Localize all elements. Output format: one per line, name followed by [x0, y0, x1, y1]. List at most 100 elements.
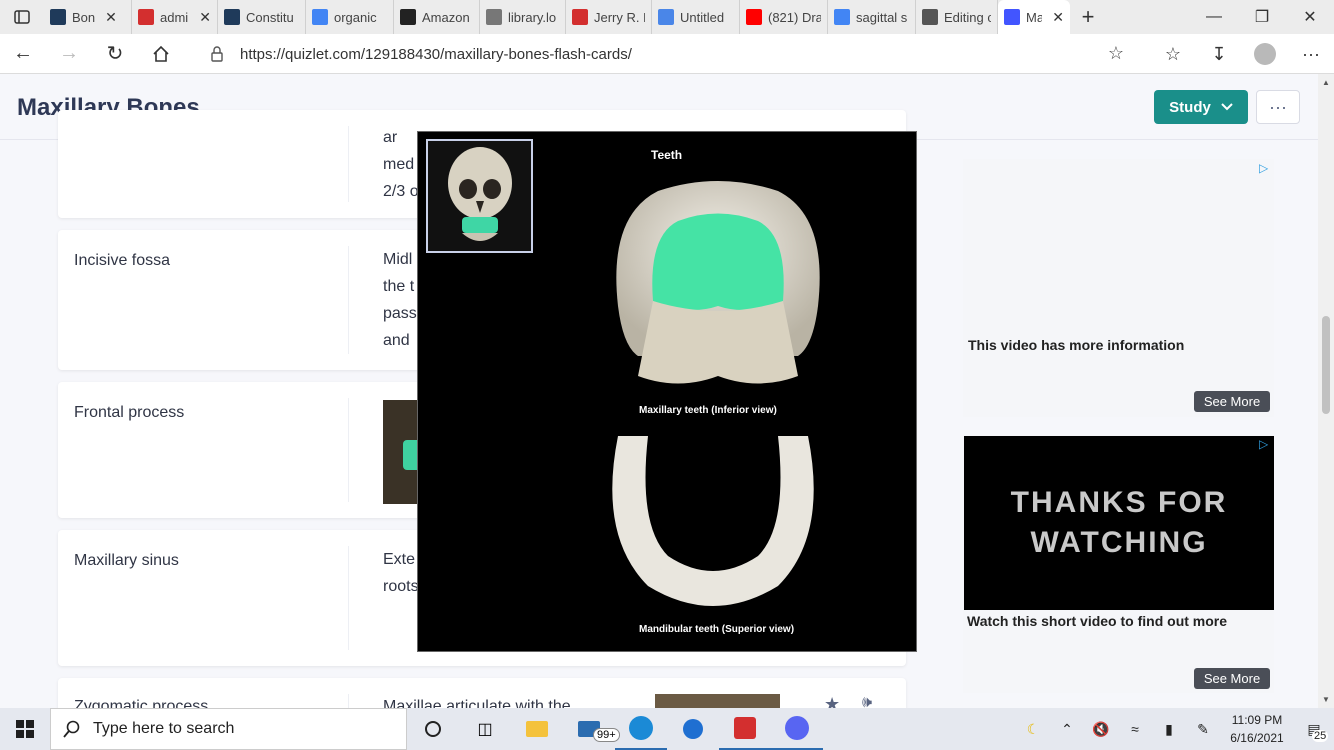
- study-button[interactable]: Study: [1154, 90, 1248, 124]
- vertical-scrollbar[interactable]: ▲ ▼: [1318, 74, 1334, 708]
- lower-caption: Mandibular teeth (Superior view): [639, 624, 795, 635]
- battery-icon[interactable]: ▮: [1152, 708, 1186, 750]
- scroll-down-arrow[interactable]: ▼: [1322, 695, 1330, 704]
- url-field[interactable]: https://quizlet.com/129188430/maxillary-…: [196, 38, 1136, 70]
- back-button[interactable]: ←: [0, 34, 46, 74]
- browser-tab[interactable]: Max ✕: [998, 0, 1070, 34]
- taskbar-search[interactable]: Type here to search: [50, 708, 407, 750]
- youtube-icon: [746, 9, 762, 25]
- forward-button[interactable]: →: [46, 34, 92, 74]
- download-icon: ↧: [1211, 43, 1227, 64]
- volume-icon[interactable]: 🔇: [1084, 708, 1118, 750]
- discord-button[interactable]: [771, 708, 823, 750]
- windows-icon: [16, 720, 34, 738]
- video-text: THANKS FOR: [1010, 486, 1228, 519]
- google-icon: [834, 9, 850, 25]
- taskbar: Type here to search ◫ 99+ ☾ ⌃ 🔇 ≈ ▮ ✎ 11…: [0, 708, 1334, 750]
- edge-icon: [629, 716, 653, 740]
- browser-tab[interactable]: admin_a ✕: [132, 0, 218, 34]
- card-term: Frontal process: [74, 404, 185, 421]
- card-term: Incisive fossa: [74, 252, 171, 269]
- edge-button[interactable]: [615, 708, 667, 750]
- settings-menu-button[interactable]: ···: [1288, 34, 1334, 74]
- app-button[interactable]: [667, 708, 719, 750]
- browser-tab[interactable]: Constitu: [218, 0, 306, 34]
- favorites-button[interactable]: ☆: [1150, 34, 1196, 74]
- new-tab-button[interactable]: +: [1070, 0, 1106, 34]
- restore-button[interactable]: ❐: [1238, 0, 1286, 34]
- browser-tab[interactable]: sagittal s: [828, 0, 916, 34]
- browser-tab[interactable]: (821) Dra: [740, 0, 828, 34]
- add-favorite-icon[interactable]: ☆: [1108, 43, 1124, 64]
- see-more-button[interactable]: See More: [1194, 391, 1270, 412]
- chevron-down-icon: [1221, 103, 1233, 111]
- browser-tab[interactable]: Editing c: [916, 0, 998, 34]
- pen-icon[interactable]: ✎: [1186, 708, 1220, 750]
- card-divider: [348, 546, 349, 650]
- profile-button[interactable]: [1242, 34, 1288, 74]
- ad-panel: THANKS FOR WATCHING ▷ Watch this short v…: [963, 435, 1274, 693]
- browser-tab[interactable]: organic: [306, 0, 394, 34]
- close-tab-icon[interactable]: ✕: [199, 9, 211, 26]
- minimize-button[interactable]: —: [1190, 0, 1238, 34]
- wifi-icon[interactable]: ≈: [1118, 708, 1152, 750]
- adchoices-icon[interactable]: ▷: [1259, 161, 1273, 175]
- browser-tab[interactable]: Untitled: [652, 0, 740, 34]
- close-window-button[interactable]: ✕: [1286, 0, 1334, 34]
- card-divider: [348, 126, 349, 202]
- start-button[interactable]: [0, 708, 50, 750]
- file-explorer-button[interactable]: [511, 708, 563, 750]
- tab-label: Amazon: [422, 9, 470, 25]
- chevron-up-icon[interactable]: ⌃: [1050, 708, 1084, 750]
- see-more-button[interactable]: See More: [1194, 668, 1270, 689]
- card-divider: [348, 398, 349, 502]
- back-arrow-icon: ←: [13, 42, 33, 64]
- task-view-icon: ◫: [477, 721, 493, 738]
- ad-text: Watch this short video to find out more: [967, 613, 1228, 629]
- card-divider: [348, 246, 349, 354]
- ad-video[interactable]: THANKS FOR WATCHING: [964, 436, 1274, 610]
- forward-arrow-icon: →: [59, 42, 79, 64]
- adchoices-icon[interactable]: ▷: [1259, 437, 1273, 451]
- browser-tab[interactable]: Jerry R. M: [566, 0, 652, 34]
- tab-label: Untitled: [680, 9, 725, 25]
- docs-icon: [658, 9, 674, 25]
- date: 6/16/2021: [1230, 731, 1284, 745]
- scroll-up-arrow[interactable]: ▲: [1322, 78, 1330, 87]
- amazon-icon: [400, 9, 416, 25]
- search-placeholder: Type here to search: [93, 720, 235, 737]
- tab-label: library.lo: [508, 9, 557, 25]
- browser-tab[interactable]: Bon ✕: [44, 0, 132, 34]
- circle-icon: [425, 721, 441, 737]
- clock[interactable]: 11:09 PM 6/16/2021: [1220, 711, 1294, 747]
- upper-caption: Maxillary teeth (Inferior view): [639, 405, 777, 416]
- home-button[interactable]: [138, 34, 184, 74]
- browser-tab[interactable]: Amazon: [394, 0, 480, 34]
- tab-actions-icon: [14, 10, 30, 24]
- tab-label: (821) Dra: [768, 9, 821, 25]
- acrobat-button[interactable]: [719, 708, 771, 750]
- mail-button[interactable]: 99+: [563, 708, 620, 750]
- refresh-button[interactable]: ↻: [92, 34, 138, 74]
- night-light-icon[interactable]: ☾: [1016, 708, 1050, 750]
- tab-label: admin_a: [160, 9, 189, 25]
- ellipsis-icon: ···: [1302, 43, 1320, 64]
- cortana-button[interactable]: [407, 708, 459, 750]
- image-modal: Teeth Maxillary teeth (Inferior view) Ma…: [417, 131, 917, 652]
- refresh-icon: ↻: [106, 43, 124, 65]
- app-icon: [683, 719, 703, 739]
- page-icon: [486, 9, 502, 25]
- study-label: Study: [1169, 98, 1211, 116]
- notification-button[interactable]: ▤ 25: [1294, 708, 1334, 750]
- tab-actions-button[interactable]: [0, 0, 44, 34]
- scrollbar-thumb[interactable]: [1322, 316, 1330, 414]
- downloads-button[interactable]: ↧: [1196, 34, 1242, 74]
- task-view-button[interactable]: ◫: [459, 708, 511, 750]
- browser-tab[interactable]: library.lo: [480, 0, 566, 34]
- close-tab-icon[interactable]: ✕: [105, 9, 117, 26]
- close-tab-icon[interactable]: ✕: [1052, 9, 1064, 26]
- google-icon: [312, 9, 328, 25]
- more-options-button[interactable]: ···: [1256, 90, 1300, 124]
- quizlet-dark-icon: [50, 9, 66, 25]
- mandibular-teeth-image: [612, 436, 814, 606]
